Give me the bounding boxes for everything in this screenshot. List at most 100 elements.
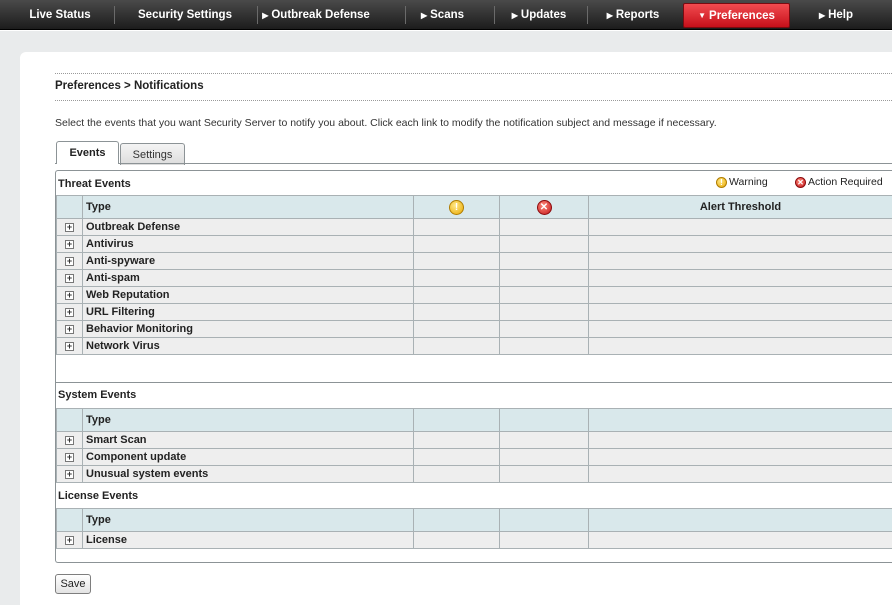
nav-label: Scans [430,9,465,21]
action-cell [499,252,589,270]
nav-label: Security Settings [138,9,232,21]
nav-updates[interactable]: ▶ Updates [499,0,579,30]
event-type-label: Component update [82,448,414,466]
warning-cell [413,269,500,287]
threshold-cell [588,218,892,236]
column-header-type: Type [82,408,414,432]
nav-reports[interactable]: ▶ Reports [592,0,674,30]
threshold-cell [588,531,892,549]
expand-cell: + [56,218,83,236]
nav-outbreak-defense[interactable]: ▶ Outbreak Defense [262,0,370,30]
threshold-cell [588,337,892,355]
warning-cell [413,337,500,355]
column-header-warning: ! [413,195,500,219]
expand-icon[interactable]: + [65,342,74,351]
nav-security-settings[interactable]: Security Settings [120,0,250,30]
warning-cell [413,303,500,321]
warning-icon: ! [449,199,464,215]
action-cell [499,303,589,321]
table-header-row: Type [56,508,892,532]
event-type-label: Unusual system events [82,465,414,483]
expand-cell: + [56,252,83,270]
header-cell [56,508,83,532]
page-title: Preferences > Notifications [55,80,204,92]
header-cell [499,508,589,532]
warning-cell [413,448,500,466]
tab-settings[interactable]: Settings [120,143,185,165]
chevron-right-icon: ▶ [262,10,269,20]
legend-warning: ! Warning [716,176,768,188]
column-header-type: Type [82,195,414,219]
section-divider [56,382,892,383]
expand-cell: + [56,337,83,355]
action-cell [499,448,589,466]
header-cell [588,508,892,532]
system-events-header: System Events [56,385,892,405]
expand-icon[interactable]: + [65,223,74,232]
nav-label: Preferences [709,9,775,22]
tab-label: Events [69,147,106,159]
table-row: + Anti-spyware [56,252,892,270]
event-type-label: Anti-spam [82,269,414,287]
action-required-icon: ✕ [536,199,552,215]
tab-events[interactable]: Events [56,141,119,164]
nav-help[interactable]: ▶ Help [800,0,872,30]
action-cell [499,218,589,236]
expand-icon[interactable]: + [65,536,74,545]
nav-live-status[interactable]: Live Status [14,0,106,30]
action-cell [499,320,589,338]
license-events-header: License Events [56,486,892,506]
nav-preferences[interactable]: ▼ Preferences [683,3,790,28]
header-cell [56,195,83,219]
expand-icon[interactable]: + [65,436,74,445]
nav-label: Help [828,9,854,21]
legend-label: Action Required [808,176,883,188]
table-row: + Behavior Monitoring [56,320,892,338]
chevron-right-icon: ▶ [606,10,613,20]
expand-cell: + [56,286,83,304]
warning-cell [413,286,500,304]
legend-label: Warning [729,176,768,188]
expand-icon[interactable]: + [65,291,74,300]
threshold-cell [588,465,892,483]
expand-icon[interactable]: + [65,453,74,462]
legend-action-required: ✕ Action Required [795,176,883,188]
table-row: + Component update [56,448,892,466]
threshold-cell [588,320,892,338]
expand-icon[interactable]: + [65,470,74,479]
table-row: + URL Filtering [56,303,892,321]
expand-icon[interactable]: + [65,257,74,266]
nav-scans[interactable]: ▶ Scans [410,0,475,30]
chevron-right-icon: ▶ [420,10,428,20]
expand-cell: + [56,269,83,287]
expand-cell: + [56,320,83,338]
warning-cell [413,531,500,549]
event-type-label: URL Filtering [82,303,414,321]
system-events-table: Type + Smart Scan + Component update + U… [56,408,892,483]
expand-icon[interactable]: + [65,308,74,317]
save-button[interactable]: Save [55,574,91,594]
expand-icon[interactable]: + [65,240,74,249]
expand-cell: + [56,303,83,321]
section-title: System Events [58,389,137,401]
threshold-cell [588,235,892,253]
action-cell [499,269,589,287]
expand-icon[interactable]: + [65,274,74,283]
nav-separator [405,6,406,24]
warning-cell [413,218,500,236]
header-cell [588,408,892,432]
table-row: + Unusual system events [56,465,892,483]
expand-icon[interactable]: + [65,325,74,334]
expand-cell: + [56,465,83,483]
nav-label: Outbreak Defense [271,9,370,21]
tab-underline [55,163,892,164]
chevron-down-icon: ▼ [698,11,707,20]
section-title: License Events [58,490,139,502]
action-cell [499,235,589,253]
threshold-cell [588,431,892,449]
expand-cell: + [56,448,83,466]
nav-label: Reports [615,9,660,21]
chevron-right-icon: ▶ [818,10,826,20]
event-type-label: Antivirus [82,235,414,253]
action-cell [499,286,589,304]
